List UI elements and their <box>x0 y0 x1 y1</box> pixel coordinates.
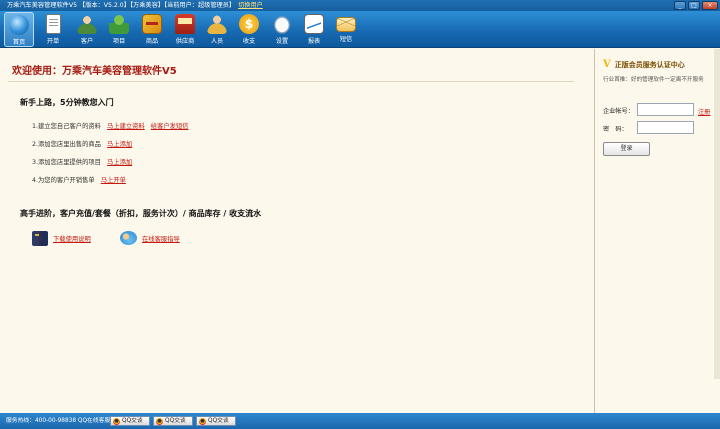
password-label: 密 码： <box>603 126 628 133</box>
supplier-icon <box>175 14 195 34</box>
send-sms-link[interactable]: 给客户发短信 <box>151 123 189 130</box>
add-goods-link[interactable]: 马上添加 <box>107 141 132 148</box>
step-item: 3.添加您店里提供的项目 马上添加 <box>32 157 132 166</box>
side-scrollbar[interactable] <box>714 49 720 379</box>
toolbar-customer-button[interactable]: 客户 <box>72 12 102 47</box>
main-content: 欢迎使用：万乘汽车美容管理软件V5 新手上路，5分钟教您入门 1.建立您自己客户… <box>0 49 594 413</box>
qq-chat-button[interactable]: QQ交谈 <box>196 416 236 426</box>
toolbar-label: 开单 <box>46 38 60 45</box>
qq-chat-label: QQ交谈 <box>165 418 186 424</box>
step-text: 2.添加您店里出售的商品 <box>32 141 101 148</box>
toolbar-label: 商品 <box>145 38 159 45</box>
qq-chat-label: QQ交谈 <box>208 418 229 424</box>
toolbar-label: 收支 <box>242 38 256 45</box>
account-label: 企业帐号： <box>603 108 634 115</box>
register-link[interactable]: 注册 <box>698 107 710 116</box>
password-input[interactable] <box>637 121 694 134</box>
auth-title-text: 正版会员服务认证中心 <box>614 60 685 69</box>
auth-subtitle: 行业首推：好的管理软件一定离不开服务 <box>603 77 704 83</box>
download-manual[interactable]: 下载使用说明 <box>32 231 91 246</box>
toolbar-finance-button[interactable]: $ 收支 <box>234 12 264 47</box>
toolbar-settings-button[interactable]: 设置 <box>267 12 297 47</box>
v-badge-icon: V <box>603 59 611 70</box>
main-toolbar: 首页 开单 客户 项目 商品 供应商 人员 $ 收支 设置 报表 短信 <box>0 11 720 48</box>
toolbar-home-button[interactable]: 首页 <box>4 12 34 47</box>
member-auth-panel: V 正版会员服务认证中心 行业首推：好的管理软件一定离不开服务 企业帐号： 注册… <box>595 49 720 413</box>
toolbar-label: 供应商 <box>175 38 195 45</box>
goods-icon <box>142 14 162 34</box>
report-icon <box>304 14 324 34</box>
online-support-link[interactable]: 在线客服指导 <box>142 234 180 243</box>
mouse-icon <box>272 14 292 34</box>
step-text: 1.建立您自己客户的资料 <box>32 123 101 130</box>
switch-user-link[interactable]: 切换用户 <box>238 2 263 9</box>
window-controls: _ □ × <box>674 1 718 10</box>
toolbar-staff-button[interactable]: 人员 <box>202 12 232 47</box>
toolbar-label: 首页 <box>12 39 26 46</box>
qq-penguin-icon <box>199 417 206 425</box>
toolbar-label: 项目 <box>112 38 126 45</box>
step-item: 2.添加您店里出售的商品 马上添加 <box>32 139 132 148</box>
toolbar-report-button[interactable]: 报表 <box>299 12 329 47</box>
qq-penguin-icon <box>156 417 163 425</box>
auth-title: V 正版会员服务认证中心 <box>603 59 685 70</box>
login-button[interactable]: 登录 <box>603 142 650 156</box>
account-input[interactable] <box>637 103 694 116</box>
divider <box>8 81 574 82</box>
document-icon <box>45 14 61 34</box>
qq-chat-button[interactable]: QQ交谈 <box>153 416 193 426</box>
customer-icon <box>77 14 97 34</box>
service-hotline: 服务热线：400-00-98838 QQ在线客服： <box>6 418 117 424</box>
toolbar-label: 短信 <box>339 36 353 43</box>
create-order-link[interactable]: 马上开单 <box>101 177 126 184</box>
title-bar: 万乘汽车美容管理软件V5 【版本：V5.2.0】【万乘美容】【当前用户：超级管理… <box>0 0 720 11</box>
step-text: 3.添加您店里提供的项目 <box>32 159 101 166</box>
minimize-button[interactable]: _ <box>674 1 686 10</box>
home-globe-icon <box>9 15 29 35</box>
toolbar-billing-button[interactable]: 开单 <box>38 12 68 47</box>
toolbar-project-button[interactable]: 项目 <box>104 12 134 47</box>
project-icon <box>109 14 129 34</box>
toolbar-label: 客户 <box>80 38 94 45</box>
step-item: 4.为您的客户开销售单 马上开单 <box>32 175 126 184</box>
add-project-link[interactable]: 马上添加 <box>107 159 132 166</box>
qq-penguin-icon <box>113 417 120 425</box>
step-item: 1.建立您自己客户的资料 马上建立资料 给客户发短信 <box>32 121 189 130</box>
step-text: 4.为您的客户开销售单 <box>32 177 95 184</box>
window-title: 万乘汽车美容管理软件V5 【版本：V5.2.0】【万乘美容】【当前用户：超级管理… <box>7 2 236 9</box>
close-button[interactable]: × <box>702 1 718 10</box>
support-agent-icon <box>120 231 137 245</box>
section-beginner-title: 新手上路，5分钟教您入门 <box>20 98 114 107</box>
toolbar-supplier-button[interactable]: 供应商 <box>169 12 201 47</box>
toolbar-sms-button[interactable]: 短信 <box>331 12 361 47</box>
toolbar-label: 设置 <box>275 38 289 45</box>
qq-chat-label: QQ交谈 <box>122 418 143 424</box>
toolbar-label: 报表 <box>307 38 321 45</box>
section-advanced-title: 高手进阶，客户充值/套餐（折扣，服务计次）/ 商品库存 / 收支流水 <box>20 209 262 218</box>
create-customer-link[interactable]: 马上建立资料 <box>107 123 145 130</box>
maximize-button[interactable]: □ <box>688 1 700 10</box>
online-support[interactable]: 在线客服指导 <box>120 231 180 245</box>
qq-chat-button[interactable]: QQ交谈 <box>110 416 150 426</box>
download-manual-link[interactable]: 下载使用说明 <box>53 234 91 243</box>
money-icon: $ <box>239 14 259 34</box>
toolbar-goods-button[interactable]: 商品 <box>137 12 167 47</box>
staff-icon <box>207 14 227 34</box>
status-bar: 服务热线：400-00-98838 QQ在线客服： QQ交谈 QQ交谈 QQ交谈 <box>0 413 720 429</box>
page-title: 欢迎使用：万乘汽车美容管理软件V5 <box>12 66 177 77</box>
toolbar-label: 人员 <box>210 38 224 45</box>
mail-icon <box>336 17 356 32</box>
book-icon <box>32 231 48 246</box>
